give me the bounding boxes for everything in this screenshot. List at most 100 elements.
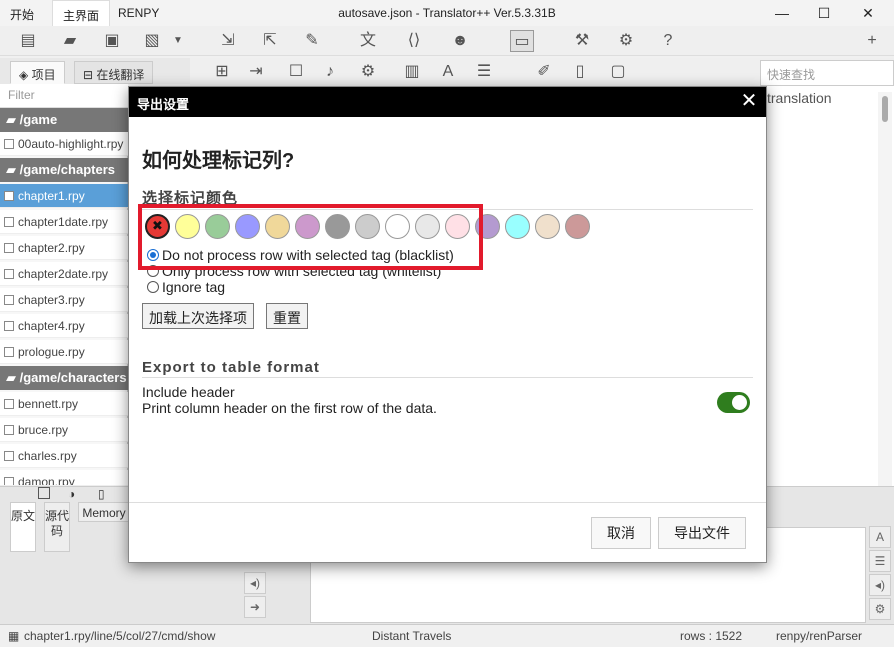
- cancel-button[interactable]: 取消: [591, 517, 651, 549]
- dialog-header: 导出设置 ✕: [129, 87, 766, 117]
- checkbox[interactable]: [4, 321, 14, 331]
- gear-icon[interactable]: ⚙: [614, 30, 638, 52]
- comment-icon[interactable]: ☐: [284, 61, 308, 83]
- minimize-button[interactable]: —: [762, 0, 802, 26]
- file-item[interactable]: chapter1.rpy: [0, 184, 128, 208]
- import-icon[interactable]: ⇲: [216, 30, 240, 52]
- status-path: chapter1.rpy/line/5/col/27/cmd/show: [24, 629, 216, 643]
- export-settings-dialog: 导出设置 ✕ 如何处理标记列? 选择标记颜色 ✖ Do not process …: [128, 86, 767, 563]
- arrow-right-icon[interactable]: ➜: [244, 596, 266, 618]
- export-icon[interactable]: ⇱: [258, 30, 282, 52]
- grid-scrollbar[interactable]: [878, 92, 892, 486]
- document-icon[interactable]: ▢: [606, 61, 630, 83]
- close-icon[interactable]: ✕: [738, 91, 760, 113]
- checkbox[interactable]: [4, 217, 14, 227]
- checkbox[interactable]: [4, 191, 14, 201]
- export-file-button[interactable]: 导出文件: [658, 517, 746, 549]
- align-icon[interactable]: ☰: [472, 61, 496, 83]
- add-icon[interactable]: +: [860, 30, 884, 52]
- trash-icon[interactable]: ▯: [98, 487, 105, 501]
- font-icon[interactable]: A: [869, 526, 891, 548]
- translate-icon[interactable]: 文: [356, 30, 380, 52]
- maximize-button[interactable]: ☐: [804, 0, 844, 26]
- file-item[interactable]: bennett.rpy: [0, 392, 128, 416]
- file-item[interactable]: damon.rpy: [0, 470, 128, 486]
- radio-button[interactable]: [147, 281, 159, 293]
- gear-icon[interactable]: ⚙: [869, 598, 891, 620]
- checkbox[interactable]: [4, 347, 14, 357]
- status-bar: ▦ chapter1.rpy/line/5/col/27/cmd/show Di…: [0, 624, 894, 647]
- file-item[interactable]: chapter1date.rpy: [0, 210, 128, 234]
- grid-icon: ▦: [8, 629, 20, 643]
- column-header-translation[interactable]: translation: [767, 90, 847, 114]
- filter-input[interactable]: Filter: [0, 84, 128, 108]
- tab-original-text[interactable]: 原文: [10, 502, 36, 552]
- folder-game[interactable]: ▰ /game: [0, 108, 128, 132]
- chevron-down-icon[interactable]: ▼: [166, 30, 190, 52]
- brush-icon[interactable]: ✐: [532, 61, 556, 83]
- reset-button[interactable]: 重置: [266, 303, 308, 329]
- music-icon[interactable]: ♪: [318, 61, 342, 83]
- folder-characters[interactable]: ▰ /game/characters: [0, 366, 128, 390]
- paste-icon[interactable]: ▥: [400, 61, 424, 83]
- magic-icon[interactable]: ✎: [300, 30, 324, 52]
- file-item[interactable]: chapter4.rpy: [0, 314, 128, 338]
- checkbox[interactable]: [4, 243, 14, 253]
- font-icon[interactable]: A: [436, 61, 460, 83]
- tab-source-code[interactable]: 源代码: [44, 502, 70, 552]
- include-header-toggle[interactable]: [717, 392, 750, 413]
- file-item[interactable]: bruce.rpy: [0, 418, 128, 442]
- square-icon[interactable]: [38, 487, 50, 499]
- settings-icon[interactable]: ⚙: [356, 61, 380, 83]
- radio-ignore-tag[interactable]: Ignore tag: [147, 279, 225, 295]
- dialog-heading: 如何处理标记列?: [142, 150, 295, 172]
- file-item[interactable]: charles.rpy: [0, 444, 128, 468]
- trash-icon[interactable]: ▯: [568, 61, 592, 83]
- contrast-icon[interactable]: ◑: [68, 487, 75, 501]
- color-swatch[interactable]: [505, 214, 530, 239]
- save-as-icon[interactable]: ▧: [140, 30, 164, 52]
- checkbox[interactable]: [4, 425, 14, 435]
- goto-icon[interactable]: ⇥: [244, 61, 268, 83]
- robot-icon[interactable]: ☻: [448, 30, 472, 52]
- layout-icon[interactable]: ▭: [510, 30, 534, 52]
- file-item[interactable]: 00auto-highlight.rpy: [0, 132, 128, 156]
- code-icon[interactable]: ⟨⟩: [402, 30, 426, 52]
- tab-memory[interactable]: Memory: [78, 502, 130, 522]
- insert-row-icon[interactable]: ⊞: [210, 61, 234, 83]
- load-last-selection-button[interactable]: 加载上次选择项: [142, 303, 254, 329]
- volume-icon[interactable]: ◂): [869, 574, 891, 596]
- save-icon[interactable]: ▣: [100, 30, 124, 52]
- footer-divider: [129, 502, 766, 503]
- open-folder-icon[interactable]: ▰: [58, 30, 82, 52]
- volume-icon[interactable]: ◂): [244, 572, 266, 594]
- folder-icon: ▰: [6, 112, 20, 127]
- tab-project[interactable]: ◈ 项目: [10, 61, 65, 84]
- tools-icon[interactable]: ⚒: [570, 30, 594, 52]
- checkbox[interactable]: [4, 139, 14, 149]
- project-sidebar: ◈ 项目 ⊟ 在线翻译 Filter ▰ /game 00auto-highli…: [0, 58, 190, 486]
- checkbox[interactable]: [4, 269, 14, 279]
- menu-main[interactable]: 主界面: [52, 0, 111, 26]
- quick-search-input[interactable]: 快速查找: [760, 60, 894, 86]
- file-item[interactable]: chapter2date.rpy: [0, 262, 128, 286]
- file-item[interactable]: prologue.rpy: [0, 340, 128, 364]
- checkbox[interactable]: [4, 451, 14, 461]
- checkbox[interactable]: [4, 295, 14, 305]
- color-swatch[interactable]: [565, 214, 590, 239]
- file-item[interactable]: chapter3.rpy: [0, 288, 128, 312]
- folder-chapters[interactable]: ▰ /game/chapters: [0, 158, 128, 182]
- close-window-button[interactable]: ✕: [848, 0, 888, 26]
- tab-online-translation[interactable]: ⊟ 在线翻译: [74, 61, 154, 84]
- help-icon[interactable]: ?: [656, 30, 680, 52]
- menu-renpy[interactable]: RENPY: [118, 6, 159, 20]
- list-icon[interactable]: ☰: [869, 550, 891, 572]
- new-file-icon[interactable]: ▤: [16, 30, 40, 52]
- checkbox[interactable]: [4, 399, 14, 409]
- checkbox[interactable]: [4, 477, 14, 485]
- title-bar: 开始 主界面 RENPY autosave.json - Translator+…: [0, 0, 894, 26]
- color-swatch[interactable]: [535, 214, 560, 239]
- file-item[interactable]: chapter2.rpy: [0, 236, 128, 260]
- scrollbar-thumb[interactable]: [882, 96, 888, 122]
- menu-start[interactable]: 开始: [10, 6, 34, 23]
